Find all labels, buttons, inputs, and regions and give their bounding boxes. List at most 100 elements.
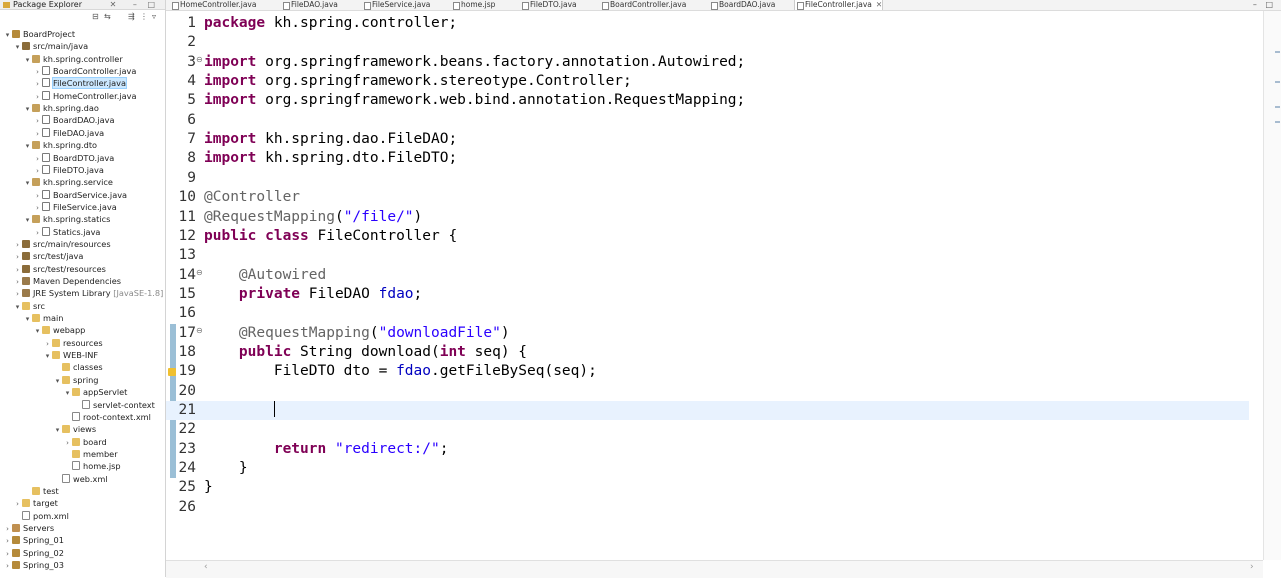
tree-item[interactable]: member	[63, 448, 118, 460]
tree-item[interactable]: › src/test/java	[13, 250, 83, 262]
collapsed-arrow-icon[interactable]: ›	[33, 91, 42, 103]
view-minimize-icon[interactable]: –	[133, 0, 137, 9]
link-with-editor-icon[interactable]: ⇆	[104, 12, 111, 21]
editor-tab[interactable]: BoardDAO.java	[709, 0, 775, 10]
collapse-all-icon[interactable]: ⊟	[92, 12, 99, 21]
code-line[interactable]: 21	[166, 401, 1249, 420]
close-tab-icon[interactable]: ✕	[876, 0, 882, 9]
code-line[interactable]: 3 ⊖ import org.springframework.beans.facto…	[166, 53, 1249, 72]
collapsed-arrow-icon[interactable]: ›	[33, 227, 42, 239]
tree-item[interactable]: › Spring_03	[3, 559, 64, 571]
tree-item[interactable]: ▾ appServlet	[63, 386, 128, 399]
code-line[interactable]: 12 public class FileController {	[166, 227, 1249, 246]
tree-item[interactable]: home.jsp	[63, 460, 121, 472]
tree-item[interactable]: › src/test/resources	[13, 263, 106, 275]
tree-item[interactable]: › FileController.java	[33, 77, 127, 90]
collapsed-arrow-icon[interactable]: ›	[3, 535, 12, 547]
collapsed-arrow-icon[interactable]: ›	[63, 437, 72, 449]
tree-item[interactable]: › Spring_02	[3, 547, 64, 559]
collapsed-arrow-icon[interactable]: ›	[33, 153, 42, 165]
code-line[interactable]: 13	[166, 246, 1249, 265]
code-line[interactable]: 18 public String download(int seq) {	[166, 343, 1249, 362]
collapsed-arrow-icon[interactable]: ›	[13, 251, 22, 263]
collapsed-arrow-icon[interactable]: ›	[13, 239, 22, 251]
tree-item[interactable]: › HomeController.java	[33, 90, 136, 102]
tree-item[interactable]: › FileDTO.java	[33, 164, 104, 176]
tree-item[interactable]: ▾ kh.spring.service	[23, 176, 113, 188]
expanded-arrow-icon[interactable]: ▾	[13, 41, 22, 53]
tree-item[interactable]: ▾ kh.spring.dto	[23, 139, 97, 151]
code-line[interactable]: 17 ⊖ @RequestMapping("downloadFile")	[166, 324, 1249, 343]
fold-toggle-icon[interactable]: ⊖	[196, 55, 203, 64]
tree-item[interactable]: ▾ WEB-INF	[43, 349, 98, 361]
fold-toggle-icon[interactable]: ⊖	[196, 326, 203, 335]
collapsed-arrow-icon[interactable]: ›	[43, 338, 52, 350]
collapsed-arrow-icon[interactable]: ›	[33, 165, 42, 177]
maximize-icon[interactable]: □	[1265, 0, 1273, 9]
code-line[interactable]: 24 }	[166, 459, 1249, 478]
tree-item[interactable]: ▾ kh.spring.statics	[23, 213, 111, 226]
code-line[interactable]: 19 FileDTO dto = fdao.getFileBySeq(seq);	[166, 362, 1249, 381]
code-line[interactable]: 1 package kh.spring.controller;	[166, 14, 1249, 33]
tree-item[interactable]: ▾ BoardProject	[3, 28, 75, 40]
tree-item[interactable]: › BoardDAO.java	[33, 114, 115, 126]
tree-item[interactable]: › src/main/resources	[13, 238, 111, 250]
expanded-arrow-icon[interactable]: ▾	[43, 350, 52, 362]
code-line[interactable]: 10 @Controller	[166, 188, 1249, 207]
collapsed-arrow-icon[interactable]: ›	[33, 202, 42, 214]
tree-item[interactable]: servlet-context	[73, 399, 155, 411]
editor-tab[interactable]: HomeController.java	[170, 0, 256, 10]
tree-item[interactable]: ▾ kh.spring.dao	[23, 102, 99, 114]
tree-item[interactable]: › BoardController.java	[33, 65, 136, 77]
collapsed-arrow-icon[interactable]: ›	[13, 276, 22, 288]
code-line[interactable]: 15 private FileDAO fdao;	[166, 285, 1249, 304]
tree-item[interactable]: ▾ spring	[53, 374, 99, 386]
expanded-arrow-icon[interactable]: ▾	[23, 177, 32, 189]
code-line[interactable]: 16	[166, 304, 1249, 323]
collapsed-arrow-icon[interactable]: ›	[3, 523, 12, 535]
tree-item[interactable]: root-context.xml	[63, 411, 151, 423]
editor-tab[interactable]: FileDTO.java	[520, 0, 577, 10]
code-line[interactable]: 20	[166, 382, 1249, 401]
tree-item[interactable]: › Spring_01	[3, 534, 64, 546]
code-line[interactable]: 11 @RequestMapping("/file/")	[166, 208, 1249, 227]
tree-item[interactable]: › Servers	[3, 522, 54, 534]
tree-item[interactable]: › Maven Dependencies	[13, 275, 121, 287]
code-line[interactable]: 22	[166, 420, 1249, 439]
expanded-arrow-icon[interactable]: ▾	[23, 214, 32, 226]
expanded-arrow-icon[interactable]: ▾	[3, 29, 12, 41]
collapsed-arrow-icon[interactable]: ›	[33, 190, 42, 202]
tree-item[interactable]: › resources	[43, 337, 103, 349]
collapsed-arrow-icon[interactable]: ›	[3, 560, 12, 572]
code-line[interactable]: 8 import kh.spring.dto.FileDTO;	[166, 149, 1249, 168]
horizontal-scrollbar[interactable]: ‹ ›	[166, 560, 1263, 578]
tree-item[interactable]: ▾ webapp	[33, 324, 86, 336]
tree-item[interactable]: ▾ main	[23, 312, 64, 324]
view-close-icon[interactable]: ✕	[110, 0, 117, 9]
scroll-right-icon[interactable]: ›	[1250, 562, 1254, 572]
collapsed-arrow-icon[interactable]: ›	[33, 78, 42, 90]
tree-item[interactable]: › FileService.java	[33, 201, 117, 213]
code-line[interactable]: 5 import org.springframework.web.bind.ann…	[166, 91, 1249, 110]
collapsed-arrow-icon[interactable]: ›	[33, 115, 42, 127]
scroll-left-icon[interactable]: ‹	[204, 562, 208, 572]
tree-item[interactable]: pom.xml	[13, 510, 69, 522]
overview-ruler[interactable]	[1263, 11, 1281, 560]
expanded-arrow-icon[interactable]: ▾	[63, 387, 72, 399]
code-line[interactable]: 25}	[166, 478, 1249, 497]
tree-item[interactable]: › Statics.java	[33, 226, 100, 238]
editor-tab[interactable]: FileService.java	[362, 0, 430, 10]
tree-item[interactable]: ▾ kh.spring.controller	[23, 53, 123, 65]
view-maximize-icon[interactable]: □	[147, 0, 155, 9]
collapsed-arrow-icon[interactable]: ›	[13, 264, 22, 276]
view-menu-icon[interactable]: ▿	[152, 12, 156, 21]
warning-icon[interactable]	[168, 368, 176, 377]
code-line[interactable]: 9	[166, 169, 1249, 188]
expanded-arrow-icon[interactable]: ▾	[23, 54, 32, 66]
expanded-arrow-icon[interactable]: ▾	[53, 424, 62, 436]
tree-item[interactable]: web.xml	[53, 473, 108, 485]
tree-item[interactable]: test	[23, 485, 59, 497]
code-line[interactable]: 2	[166, 33, 1249, 52]
expanded-arrow-icon[interactable]: ▾	[13, 301, 22, 313]
editor-tab[interactable]: BoardController.java	[600, 0, 686, 10]
